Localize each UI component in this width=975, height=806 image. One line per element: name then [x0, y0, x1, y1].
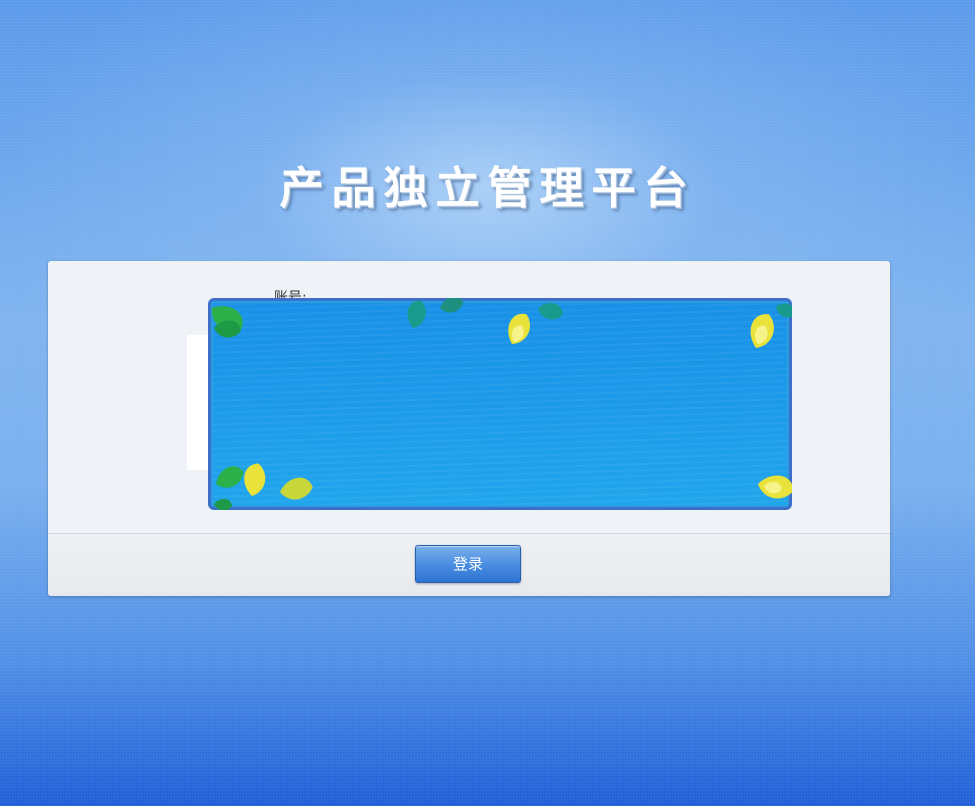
leaf-icon	[208, 298, 249, 340]
leaf-icon	[402, 298, 566, 331]
leaf-decoration-icon	[208, 298, 792, 510]
login-button[interactable]: 登录	[415, 545, 521, 583]
panel-footer: 登录	[48, 533, 890, 596]
leaf-icon	[500, 309, 537, 349]
decorative-banner	[208, 298, 792, 510]
leaf-icon	[755, 470, 792, 503]
page-title: 产品独立管理平台	[279, 163, 696, 214]
login-panel: 账号:	[48, 261, 890, 596]
leaf-icon	[212, 460, 314, 510]
leaf-icon	[743, 298, 792, 353]
